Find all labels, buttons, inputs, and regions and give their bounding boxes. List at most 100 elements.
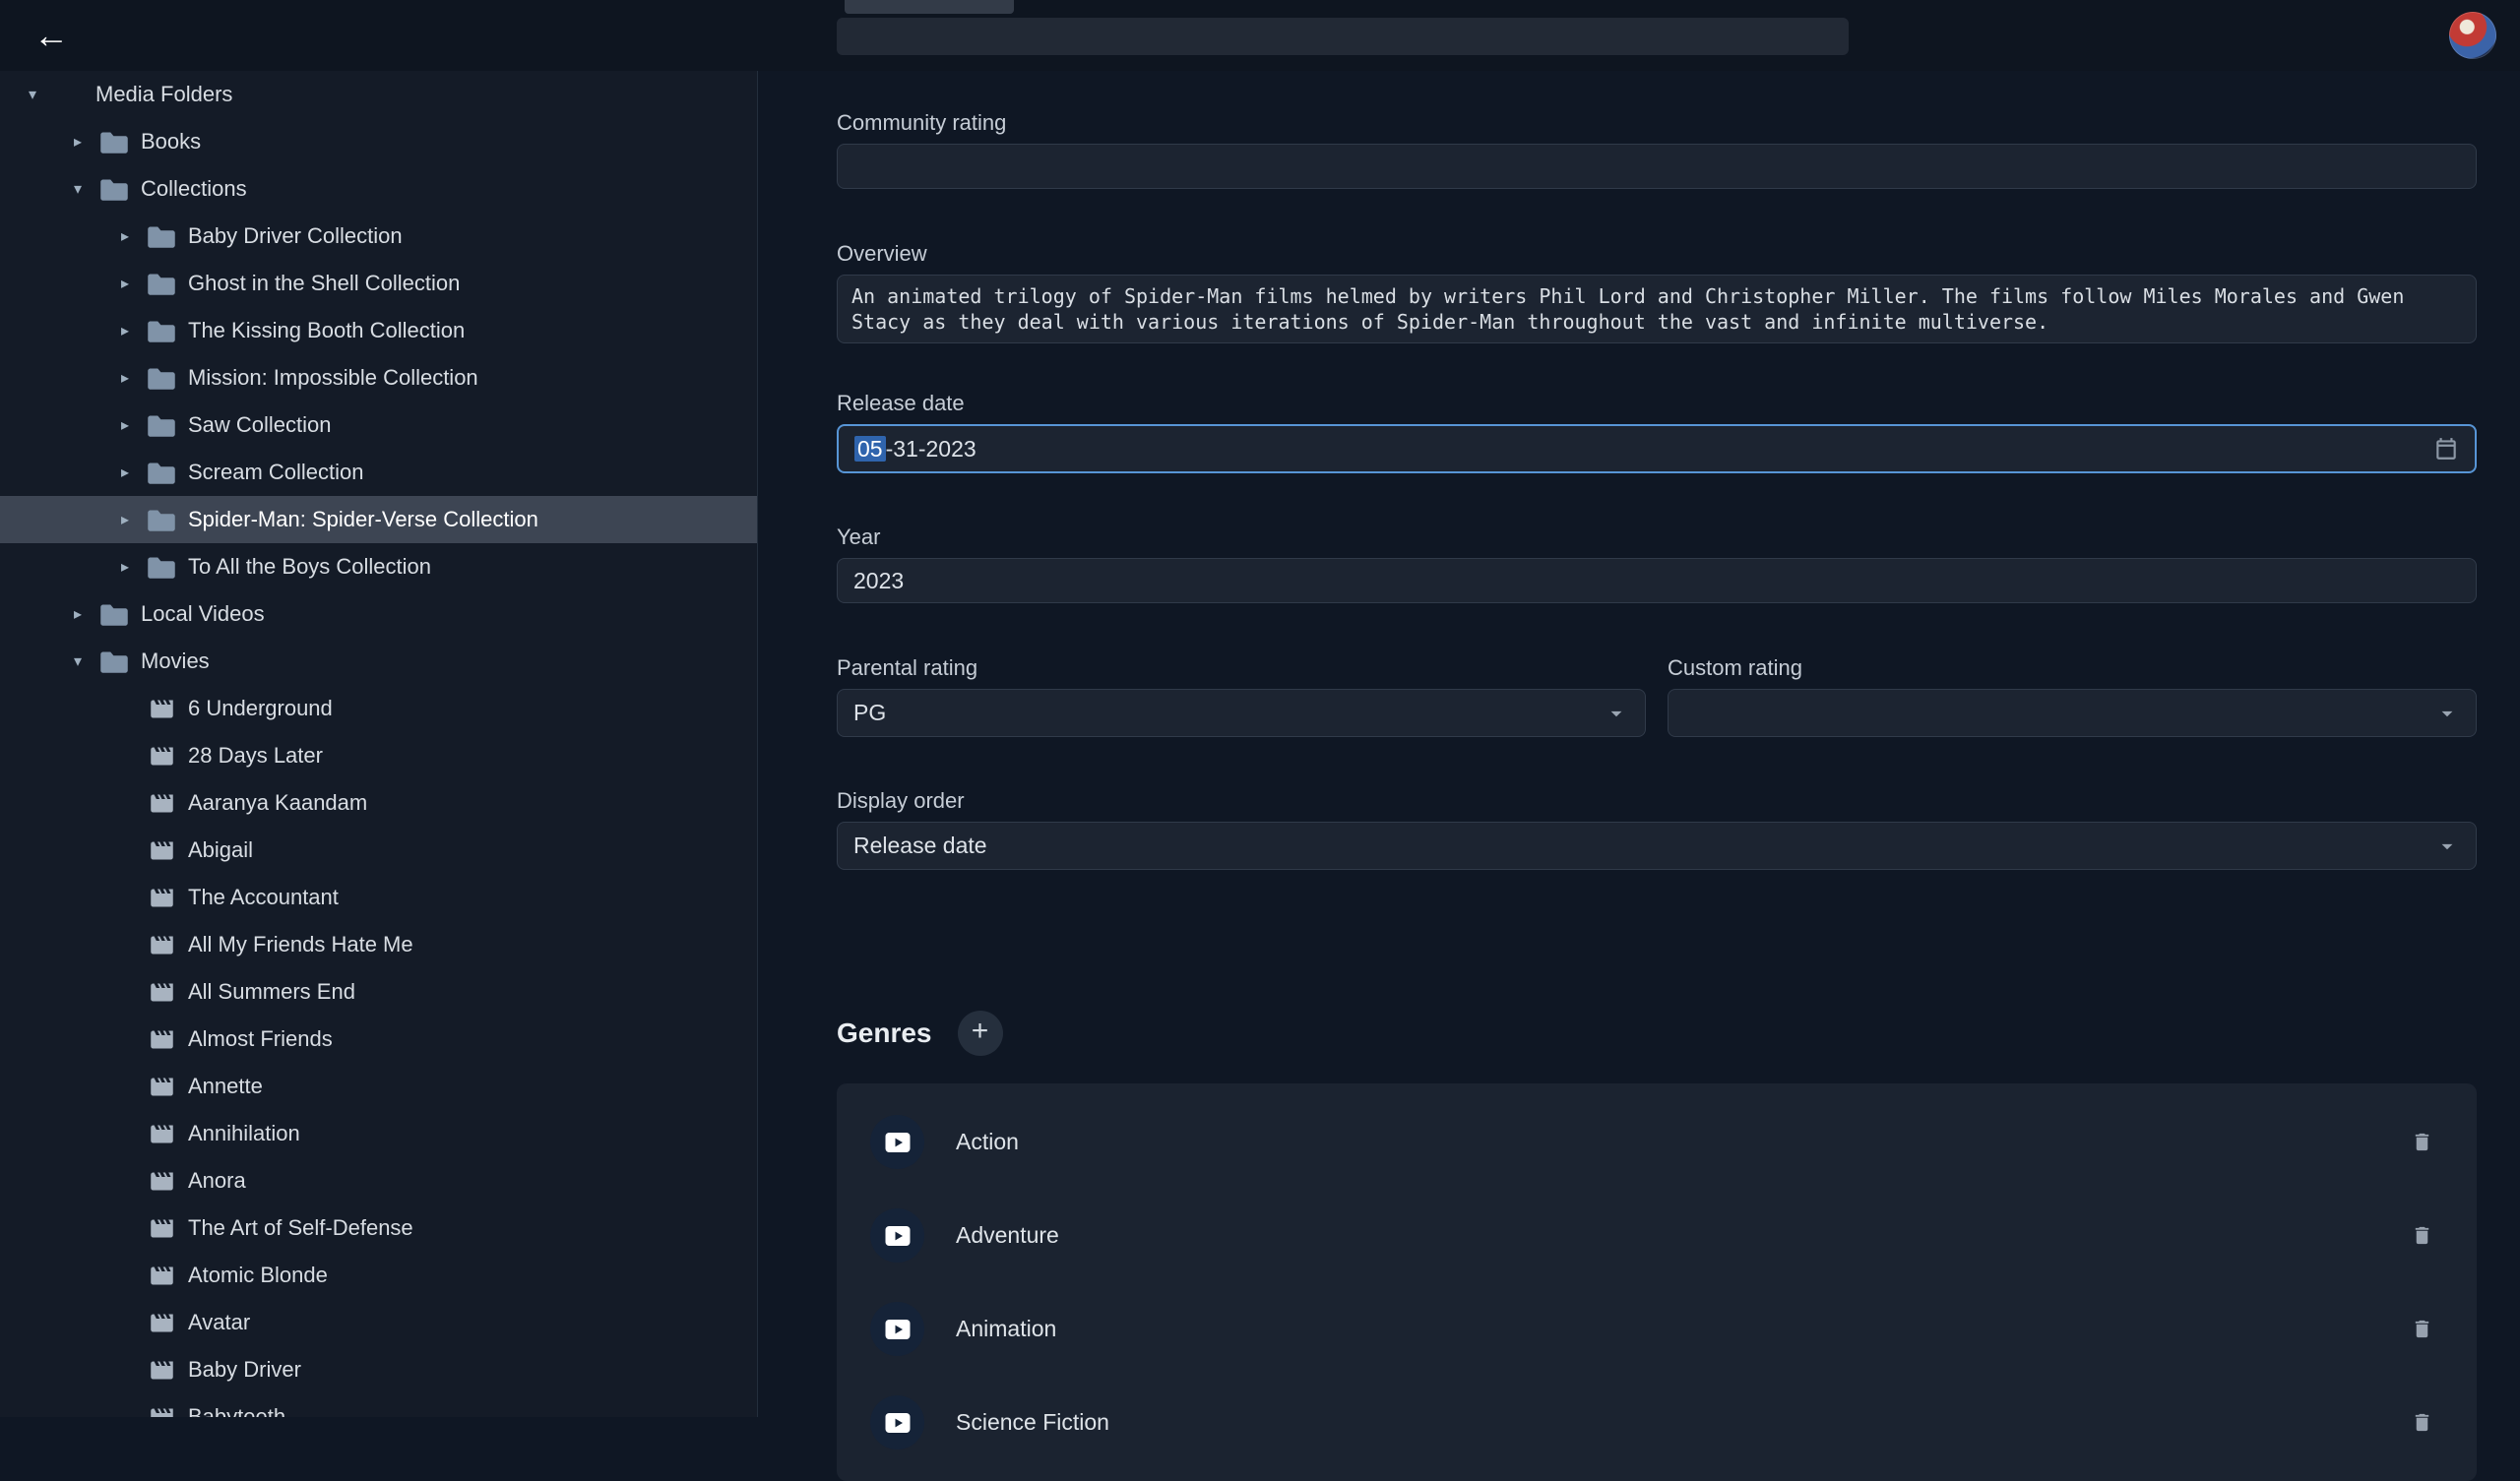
delete-genre-button[interactable] [2407, 1220, 2437, 1251]
release-date-value: 05-31-2023 [854, 436, 976, 463]
item-type-icon [142, 413, 181, 438]
genre-row: Action [837, 1095, 2477, 1189]
tree-item[interactable]: Aaranya Kaandam [0, 779, 757, 827]
expand-caret-icon[interactable]: ▸ [61, 604, 94, 624]
community-rating-input[interactable] [837, 144, 2477, 189]
item-type-icon [142, 1357, 181, 1384]
tree-item[interactable]: All My Friends Hate Me [0, 921, 757, 968]
tree-item[interactable]: ▸ Ghost in the Shell Collection [0, 260, 757, 307]
tree-item[interactable]: Babyteeth [0, 1393, 757, 1417]
calendar-icon[interactable] [2433, 436, 2459, 462]
tree-item[interactable]: All Summers End [0, 968, 757, 1016]
tree-item[interactable]: 28 Days Later [0, 732, 757, 779]
item-type-icon [142, 224, 181, 249]
year-field: Year 2023 [837, 525, 2477, 603]
expand-caret-icon[interactable]: ▸ [108, 321, 142, 340]
app-header: ← [0, 0, 2520, 71]
expand-caret-icon[interactable]: ▾ [61, 179, 94, 199]
media-folder-sidebar: ▾ Media Folders ▸ Books ▾ Collections ▸ … [0, 71, 758, 1417]
delete-genre-button[interactable] [2407, 1314, 2437, 1344]
item-type-icon [94, 177, 134, 202]
tree-item[interactable]: ▸ Mission: Impossible Collection [0, 354, 757, 401]
tree-item[interactable]: ▾ Movies [0, 638, 757, 685]
tree-item[interactable]: ▾ Media Folders [0, 71, 757, 118]
custom-rating-select[interactable] [1668, 689, 2477, 737]
tree-item[interactable]: ▸ Baby Driver Collection [0, 213, 757, 260]
tree-item-label: Saw Collection [188, 412, 332, 438]
tree-item-label: Collections [141, 176, 247, 202]
item-type-icon [94, 602, 134, 627]
expand-caret-icon[interactable]: ▸ [108, 368, 142, 388]
tree-item[interactable]: Avatar [0, 1299, 757, 1346]
add-genre-button[interactable]: + [958, 1011, 1003, 1056]
tree-item-label: Books [141, 129, 201, 154]
overview-label: Overview [837, 241, 2477, 267]
item-type-icon [142, 885, 181, 911]
item-type-icon [142, 790, 181, 817]
chevron-down-icon [2434, 701, 2460, 726]
tree-item-label: To All the Boys Collection [188, 554, 431, 580]
tree-item[interactable]: ▸ To All the Boys Collection [0, 543, 757, 590]
user-avatar[interactable] [2449, 12, 2496, 59]
expand-caret-icon[interactable]: ▸ [108, 463, 142, 482]
expand-caret-icon[interactable]: ▾ [16, 85, 49, 104]
expand-caret-icon[interactable]: ▸ [61, 132, 94, 152]
release-date-field: Release date 05-31-2023 [837, 391, 2477, 473]
tree-item-label: Scream Collection [188, 460, 364, 485]
item-type-icon [142, 696, 181, 722]
tree-item-label: All My Friends Hate Me [188, 932, 413, 957]
tree-item[interactable]: The Accountant [0, 874, 757, 921]
expand-caret-icon[interactable]: ▸ [108, 557, 142, 577]
scrolled-content-fragment [845, 0, 1014, 14]
delete-genre-button[interactable] [2407, 1407, 2437, 1438]
tree-item[interactable]: Annette [0, 1063, 757, 1110]
metadata-editor: Community rating Overview An animated tr… [758, 71, 2520, 1417]
tree-item[interactable]: Almost Friends [0, 1016, 757, 1063]
tree-item[interactable]: Abigail [0, 827, 757, 874]
tree-item[interactable]: ▸ The Kissing Booth Collection [0, 307, 757, 354]
tree-item[interactable]: ▾ Collections [0, 165, 757, 213]
genre-label: Science Fiction [956, 1409, 1109, 1436]
tree-item[interactable]: ▸ Local Videos [0, 590, 757, 638]
delete-genre-button[interactable] [2407, 1127, 2437, 1157]
tree-item-label: Anora [188, 1168, 246, 1194]
tree-item-label: Aaranya Kaandam [188, 790, 367, 816]
year-input[interactable]: 2023 [837, 558, 2477, 603]
tree-item[interactable]: 6 Underground [0, 685, 757, 732]
item-type-icon [94, 130, 134, 154]
item-type-icon [142, 272, 181, 296]
tree-item-label: Mission: Impossible Collection [188, 365, 478, 391]
item-type-icon [142, 837, 181, 864]
display-order-select[interactable]: Release date [837, 822, 2477, 870]
parental-rating-select[interactable]: PG [837, 689, 1646, 737]
custom-rating-field: Custom rating [1668, 655, 2477, 737]
tree-item[interactable]: Annihilation [0, 1110, 757, 1157]
scrolled-content-fragment [837, 18, 1849, 55]
tree-item[interactable]: ▸ Saw Collection [0, 401, 757, 449]
tree-item[interactable]: ▸ Books [0, 118, 757, 165]
tree-item-label: Babyteeth [188, 1404, 285, 1417]
back-button[interactable]: ← [30, 14, 73, 57]
item-type-icon [142, 979, 181, 1006]
expand-caret-icon[interactable]: ▸ [108, 415, 142, 435]
tree-item[interactable]: ▸ Spider-Man: Spider-Verse Collection [0, 496, 757, 543]
expand-caret-icon[interactable]: ▸ [108, 510, 142, 529]
overview-field: Overview An animated trilogy of Spider-M… [837, 241, 2477, 343]
overview-textarea[interactable]: An animated trilogy of Spider-Man films … [837, 275, 2477, 343]
expand-caret-icon[interactable]: ▾ [61, 651, 94, 671]
tree-item[interactable]: Anora [0, 1157, 757, 1204]
tree-item[interactable]: The Art of Self-Defense [0, 1204, 757, 1252]
tree-item-label: Abigail [188, 837, 253, 863]
tree-item-label: Baby Driver [188, 1357, 301, 1383]
release-date-input[interactable]: 05-31-2023 [837, 424, 2477, 473]
tree-item[interactable]: Baby Driver [0, 1346, 757, 1393]
tree-item[interactable]: Atomic Blonde [0, 1252, 757, 1299]
tree-item[interactable]: ▸ Scream Collection [0, 449, 757, 496]
item-type-icon [142, 461, 181, 485]
genre-label: Adventure [956, 1222, 1059, 1249]
item-type-icon [142, 1404, 181, 1418]
custom-rating-label: Custom rating [1668, 655, 2477, 681]
community-rating-field: Community rating [837, 110, 2477, 189]
expand-caret-icon[interactable]: ▸ [108, 274, 142, 293]
expand-caret-icon[interactable]: ▸ [108, 226, 142, 246]
